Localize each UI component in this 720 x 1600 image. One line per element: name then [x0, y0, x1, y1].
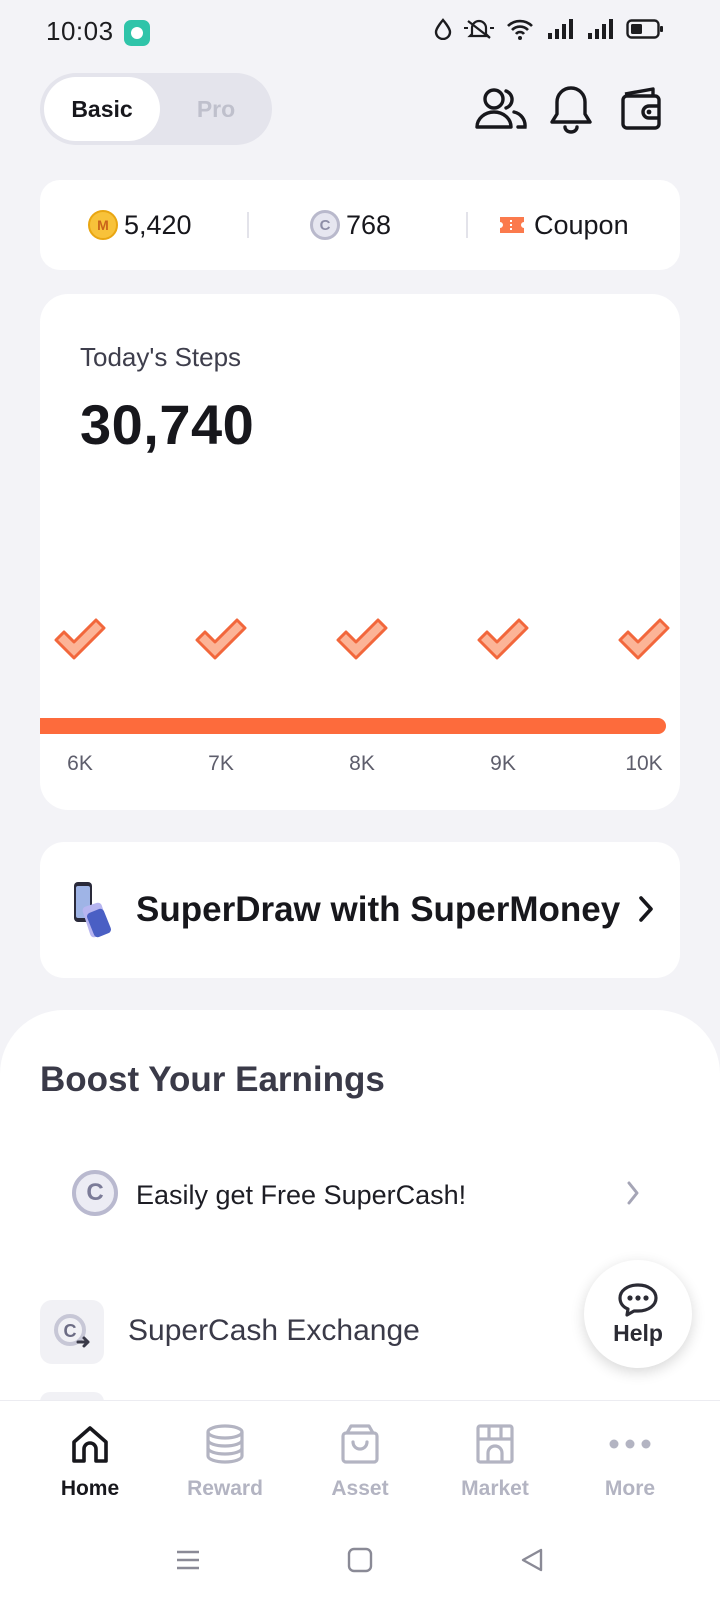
- milestone-label: 7K: [208, 752, 234, 775]
- milestone-label: 6K: [67, 752, 93, 775]
- recent-apps-icon[interactable]: [170, 1542, 206, 1578]
- chat-bubble-icon: [618, 1282, 658, 1317]
- app-notification-icon: [124, 20, 150, 46]
- milestone-label: 8K: [349, 752, 375, 775]
- mode-basic-option[interactable]: Basic: [44, 77, 160, 141]
- status-time: 10:03: [46, 16, 114, 46]
- mode-pro-option[interactable]: Pro: [164, 77, 268, 141]
- tab-label: More: [604, 1477, 656, 1500]
- tab-home[interactable]: Home: [30, 1421, 150, 1517]
- steps-progress-bar: [40, 718, 666, 734]
- milestone-check-icon: [475, 614, 531, 662]
- tab-more[interactable]: More: [570, 1421, 690, 1517]
- tab-reward[interactable]: Reward: [165, 1421, 285, 1517]
- milestone-label: 10K: [625, 752, 663, 775]
- supercash-exchange-label[interactable]: SuperCash Exchange: [128, 1314, 420, 1348]
- free-supercash-row[interactable]: C Easily get Free SuperCash!: [40, 1160, 680, 1230]
- milestone-checks: [40, 614, 680, 674]
- chevron-right-icon: [627, 1181, 639, 1205]
- milestone-check-icon: [616, 614, 672, 662]
- tab-label: Market: [461, 1477, 529, 1500]
- wallet-icon[interactable]: [612, 80, 670, 138]
- steps-value: 30,740: [80, 393, 255, 456]
- supermoney-balance[interactable]: M 5,420: [88, 180, 192, 270]
- balance-card: M 5,420 C 768 Coupon: [40, 180, 680, 270]
- milestone-check-icon: [193, 614, 249, 662]
- mode-toggle[interactable]: Basic Pro: [40, 73, 272, 145]
- superdraw-banner[interactable]: SuperDraw with SuperMoney: [40, 842, 680, 978]
- data-saver-icon: [434, 18, 452, 40]
- steps-label: Today's Steps: [80, 342, 242, 372]
- balance-divider: [247, 212, 249, 238]
- status-icons: [434, 18, 664, 40]
- tab-label: Asset: [331, 1477, 389, 1500]
- system-navigation-bar: [0, 1520, 720, 1600]
- bottom-tab-bar: Home Reward Asset Market More: [0, 1400, 720, 1520]
- supermoney-value: 5,420: [124, 209, 192, 240]
- battery-icon: [626, 19, 663, 39]
- signal-icon: [548, 19, 573, 39]
- tab-market[interactable]: Market: [435, 1421, 555, 1517]
- supercash-balance[interactable]: C 768: [310, 180, 391, 270]
- supermoney-coin-icon: M: [88, 210, 118, 240]
- friends-icon[interactable]: [472, 80, 530, 138]
- supercash-coin-icon: C: [310, 210, 340, 240]
- milestone-check-icon: [52, 614, 108, 662]
- svg-text:C: C: [64, 1321, 77, 1341]
- free-supercash-label: Easily get Free SuperCash!: [136, 1180, 467, 1210]
- help-label: Help: [613, 1319, 663, 1346]
- superdraw-title: SuperDraw with SuperMoney: [136, 890, 621, 929]
- milestone-check-icon: [334, 614, 390, 662]
- tab-label: Reward: [187, 1477, 263, 1500]
- wifi-icon: [507, 19, 533, 40]
- signal-icon: [588, 19, 613, 39]
- steps-progress-fill: [40, 718, 666, 734]
- coins-stack-icon: [202, 1421, 248, 1467]
- tab-label: Home: [60, 1477, 120, 1500]
- supercash-exchange-icon[interactable]: C: [40, 1300, 104, 1364]
- supercash-coin-icon: C: [72, 1170, 118, 1216]
- coupon-label: Coupon: [534, 209, 629, 240]
- coupon-ticket-icon: [500, 217, 524, 233]
- bag-icon: [337, 1421, 383, 1467]
- home-icon: [67, 1421, 113, 1467]
- more-dots-icon: [607, 1421, 653, 1467]
- bell-icon[interactable]: [542, 80, 600, 138]
- phone-prize-icon: [74, 882, 112, 938]
- supercash-value: 768: [346, 209, 392, 240]
- coupon-link[interactable]: Coupon: [498, 180, 629, 270]
- home-nav-icon[interactable]: [342, 1542, 378, 1578]
- store-icon: [472, 1421, 518, 1467]
- back-nav-icon[interactable]: [514, 1542, 550, 1578]
- chevron-right-icon: [639, 896, 653, 922]
- boost-title: Boost Your Earnings: [40, 1060, 385, 1099]
- milestone-label: 9K: [490, 752, 516, 775]
- tab-asset[interactable]: Asset: [300, 1421, 420, 1517]
- help-button[interactable]: Help: [584, 1260, 692, 1368]
- balance-divider: [466, 212, 468, 238]
- status-bar: 10:03: [0, 0, 720, 64]
- mute-icon: [464, 19, 494, 39]
- steps-card[interactable]: Today's Steps 30,740 6K 7K 8K 9K 10K: [40, 294, 680, 810]
